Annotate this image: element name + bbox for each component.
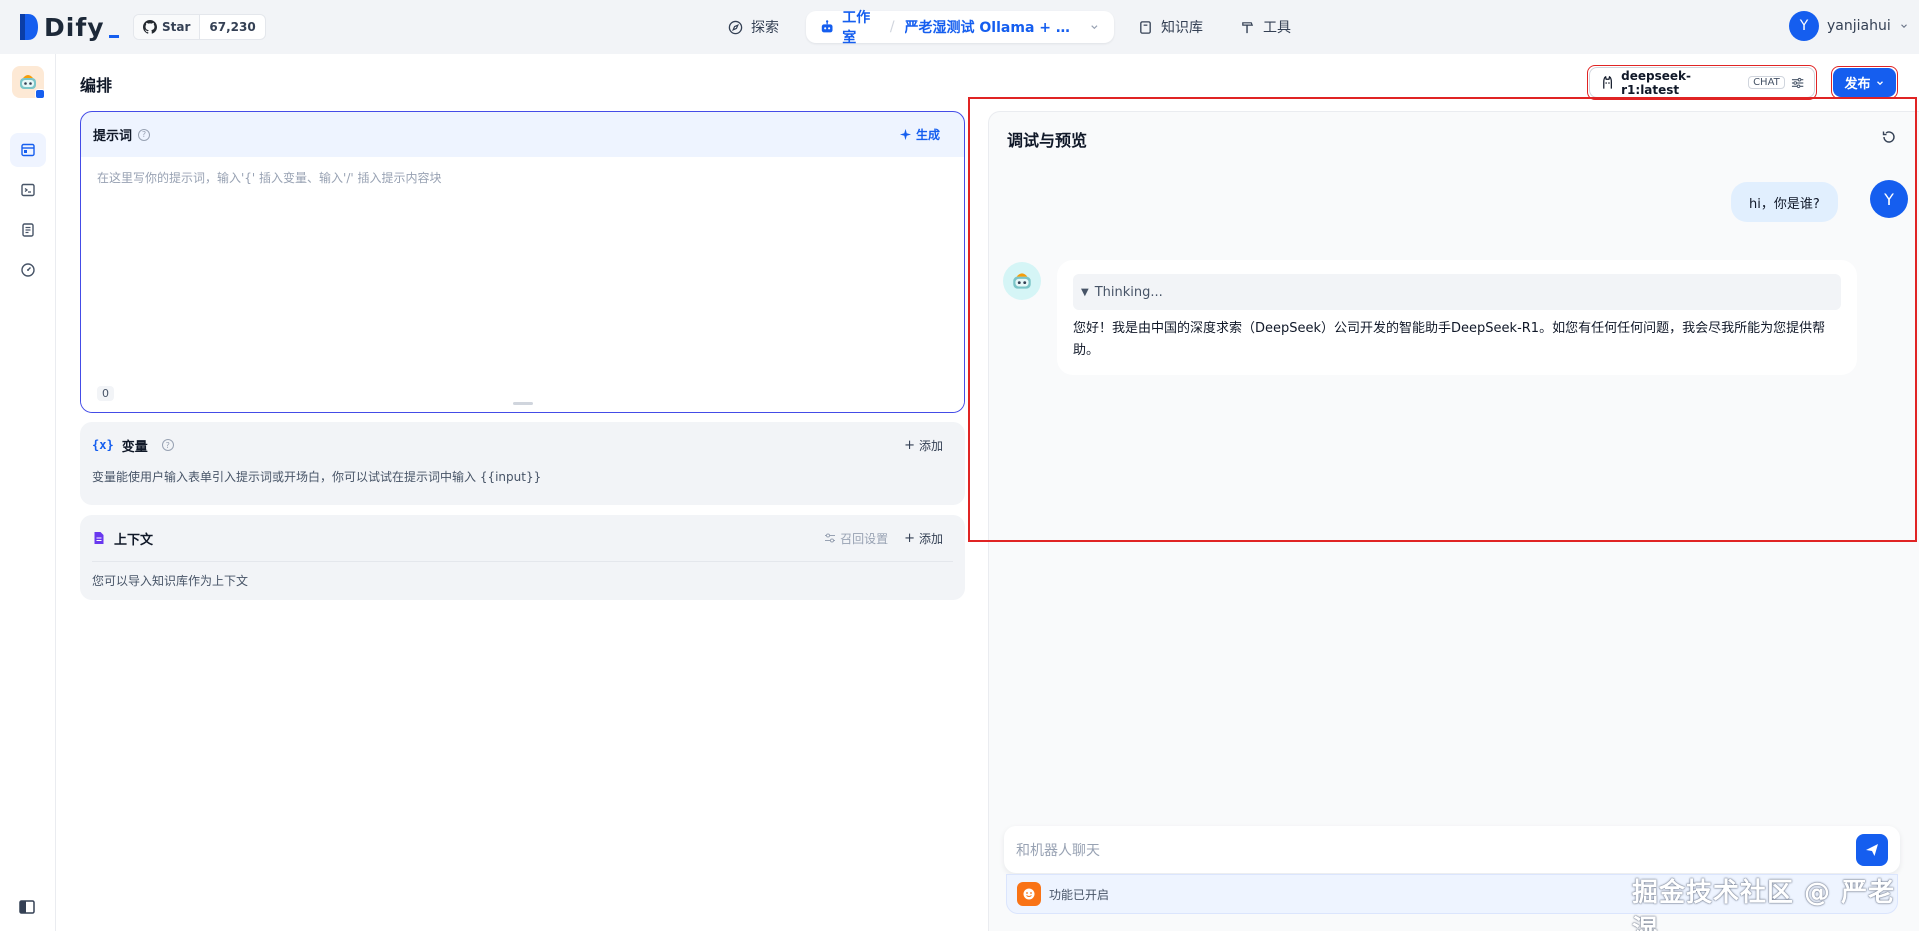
brand-name: Dify [44, 12, 105, 42]
rail-monitoring[interactable] [10, 253, 46, 287]
send-button[interactable] [1856, 833, 1888, 866]
nav-tools[interactable]: 工具 [1240, 11, 1291, 43]
hammer-icon [1242, 21, 1254, 33]
context-header: 上下文 召回设置 + 添加 [80, 515, 965, 561]
nav-explore-label: 探索 [751, 20, 779, 36]
send-icon [1866, 843, 1878, 856]
rail-api[interactable] [10, 173, 46, 207]
dashboard-icon [21, 263, 35, 277]
prompt-placeholder: 在这里写你的提示词，输入'{' 插入变量、输入'/' 插入提示内容块 [97, 171, 442, 185]
brand-cursor [108, 34, 119, 38]
nav-knowledge-label: 知识库 [1161, 20, 1203, 36]
sparkle-icon [899, 128, 912, 141]
variables-card: {x} 变量 ? + 添加 变量能使用户输入表单引入提示词或开场白，你可以试试在… [80, 422, 965, 505]
retrieval-settings-button[interactable]: 召回设置 [824, 530, 888, 547]
dify-logo-icon [20, 14, 38, 40]
prompt-char-count: 0 [97, 386, 114, 401]
settings-sliders-icon [825, 533, 836, 543]
nav-separator: / [889, 19, 895, 35]
nav-studio[interactable]: 工作室 / 严老湿测试 Ollama + Dee... [806, 10, 1114, 46]
current-app-name[interactable]: 严老湿测试 Ollama + Dee... [905, 17, 1082, 37]
github-icon [143, 20, 157, 34]
page-title: 编排 [80, 76, 113, 95]
top-bar: Dify Star 67,230 探索 工作室 / 严老湿测试 Ollama +… [0, 0, 1919, 54]
highlight-box-publish [1831, 66, 1898, 99]
robot-icon [821, 20, 833, 33]
help-icon[interactable]: ? [138, 128, 151, 141]
add-variable-label: 添加 [918, 438, 943, 453]
prompt-editor: 提示词 ? 生成 在这里写你的提示词，输入'{' 插入变量、输入'/' 插入提示… [80, 111, 965, 413]
github-star-label: Star [162, 20, 191, 34]
compass-icon [728, 20, 743, 34]
generate-button[interactable]: 生成 [899, 126, 940, 143]
chat-input[interactable]: 和机器人聊天 [1004, 826, 1900, 873]
nav-studio-label: 工作室 [842, 10, 871, 46]
chevron-down-icon[interactable] [1089, 21, 1100, 33]
rail-orchestrate[interactable] [10, 133, 46, 167]
highlight-box [968, 97, 1917, 542]
retrieval-settings-label: 召回设置 [840, 531, 889, 546]
add-variable-button[interactable]: + 添加 [904, 437, 943, 454]
github-star-button[interactable]: Star [134, 15, 201, 39]
help-icon[interactable]: ? [161, 439, 174, 451]
watermark: 掘金技术社区 @ 严老湿 [1632, 878, 1896, 931]
terminal-icon [21, 183, 35, 197]
generate-label: 生成 [915, 128, 940, 142]
plus-icon: + [904, 437, 915, 453]
brand-logo[interactable]: Dify [18, 12, 119, 42]
variable-icon: {x} [92, 438, 114, 452]
rail-logs[interactable] [10, 213, 46, 247]
add-context-button[interactable]: + 添加 [904, 530, 943, 547]
context-title: 上下文 [114, 532, 154, 548]
prompt-textarea[interactable]: 在这里写你的提示词，输入'{' 插入变量、输入'/' 插入提示内容块 0 [81, 157, 964, 412]
card-divider [92, 561, 953, 562]
prompt-title: 提示词 [93, 129, 133, 144]
context-description: 您可以导入知识库作为上下文 [92, 574, 249, 588]
user-menu[interactable]: Y yanjiahui [1789, 11, 1909, 41]
add-context-label: 添加 [918, 531, 943, 546]
layout-icon [21, 143, 35, 157]
smile-icon [1023, 888, 1035, 900]
panel-toggle-icon [19, 900, 35, 914]
book-icon [1140, 20, 1151, 34]
plus-icon: + [904, 530, 915, 546]
feature-icon [1017, 882, 1041, 906]
nav-tools-label: 工具 [1263, 20, 1291, 36]
feature-status-label: 功能已开启 [1049, 887, 1110, 902]
resize-handle[interactable] [513, 402, 533, 405]
variables-title: 变量 [121, 439, 148, 455]
document-icon [94, 532, 104, 544]
user-name[interactable]: yanjiahui [1827, 18, 1891, 34]
variables-description: 变量能使用户输入表单引入提示词或开场白，你可以试试在提示词中输入 {{input… [92, 470, 542, 484]
user-avatar[interactable]: Y [1789, 11, 1819, 41]
nav-knowledge[interactable]: 知识库 [1138, 11, 1203, 43]
prompt-header: 提示词 ? 生成 [81, 112, 964, 157]
context-card: 上下文 召回设置 + 添加 您可以导入知识库作为上下文 [80, 515, 965, 600]
chat-input-placeholder: 和机器人聊天 [1016, 842, 1100, 859]
github-star-count[interactable]: 67,230 [200, 15, 264, 39]
github-star-widget[interactable]: Star 67,230 [133, 14, 266, 40]
sidebar-toggle[interactable] [18, 898, 36, 916]
file-list-icon [22, 223, 34, 237]
nav-explore[interactable]: 探索 [728, 11, 779, 43]
highlight-box-model [1587, 65, 1817, 100]
variables-header: {x} 变量 ? + 添加 [80, 422, 965, 468]
app-type-badge [35, 89, 45, 99]
chevron-down-icon[interactable] [1899, 21, 1909, 31]
